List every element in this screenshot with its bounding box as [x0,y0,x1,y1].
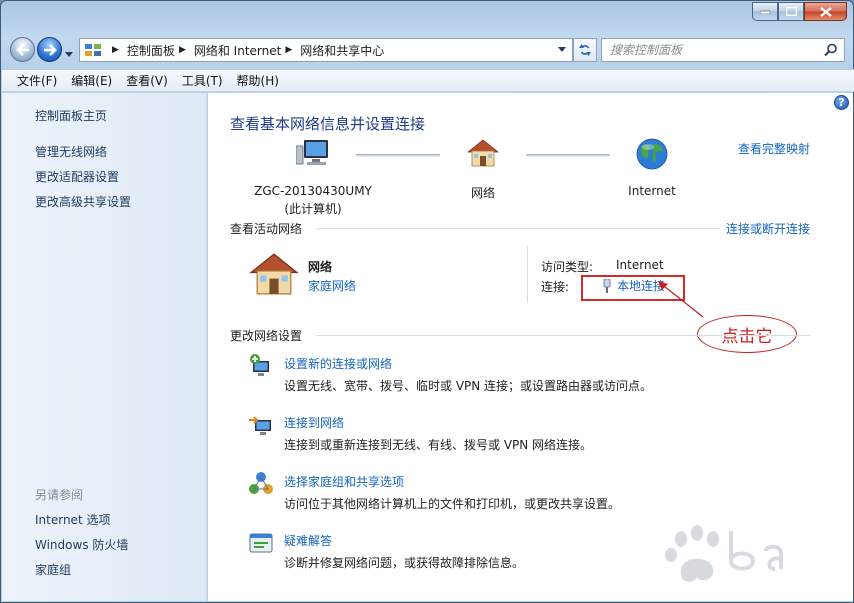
back-arrow-icon [15,43,29,56]
menu-file[interactable]: 文件(F) [10,72,64,89]
access-type-label: 访问类型: [541,260,594,274]
task-connect-network-link[interactable]: 连接到网络 [284,414,344,431]
connect-network-icon [249,416,271,435]
network-location-link[interactable]: 家庭网络 [308,277,356,294]
control-panel-icon [85,44,101,56]
task-new-connection-desc: 设置无线、宽带、拨号、临时或 VPN 连接；或设置路由器或访问点。 [284,379,653,393]
internet-node-label: Internet [628,184,676,198]
task-connect-network-desc: 连接到或重新连接到无线、有线、拨号或 VPN 网络连接。 [284,438,593,452]
minimize-button[interactable] [752,2,778,21]
breadcrumb-network-sharing-center[interactable]: 网络和共享中心 [300,42,384,59]
annotation-callout: 点击它 [697,315,797,353]
address-dropdown-icon[interactable] [558,47,566,52]
close-button[interactable] [804,2,847,21]
forward-button[interactable] [37,37,62,62]
access-type-value: Internet [616,258,664,272]
annotation-text: 点击它 [721,326,773,347]
task-homegroup-desc: 访问位于其他网络计算机上的文件和打印机，或更改共享设置。 [284,497,621,511]
task-troubleshoot-link[interactable]: 疑难解答 [284,532,332,549]
breadcrumb-network-internet[interactable]: 网络和 Internet ▶ [194,42,300,59]
search-box[interactable] [601,38,845,62]
refresh-icon [579,44,591,56]
page-title: 查看基本网络信息并设置连接 [230,115,426,133]
breadcrumb-control-panel[interactable]: 控制面板 ▶ [127,42,194,59]
left-task-pane: 控制面板主页 管理无线网络 更改适配器设置 更改高级共享设置 另请参阅 Inte… [2,93,207,601]
forward-arrow-icon [43,43,57,56]
caption-buttons [752,2,847,21]
internet-node[interactable]: Internet [612,138,692,198]
menu-tools[interactable]: 工具(T) [175,72,230,89]
connection-line-2 [526,154,610,157]
task-troubleshoot-desc: 诊断并修复网络问题，或获得故障排除信息。 [284,556,525,570]
active-network-divider [527,245,528,303]
connect-disconnect-link[interactable]: 连接或断开连接 [726,220,810,237]
search-icon[interactable] [824,43,838,57]
address-bar[interactable]: ▶ 控制面板 ▶ 网络和 Internet ▶ 网络和共享中心 [79,38,573,62]
new-connection-icon [250,354,269,376]
connection-label: 连接: [541,280,570,294]
baidu-watermark-logo [665,525,783,582]
menu-bar: 文件(F) 编辑(E) 查看(V) 工具(T) 帮助(H) [2,69,854,92]
homegroup-icon [249,472,273,494]
change-settings-rule [316,335,811,336]
homegroup-link[interactable]: 家庭组 [35,561,71,578]
breadcrumb-sep-root[interactable]: ▶ [108,45,127,55]
active-networks-heading: 查看活动网络 [230,222,303,236]
change-settings-heading: 更改网络设置 [230,329,303,343]
internet-options-link[interactable]: Internet 选项 [35,511,110,528]
computer-icon [296,140,328,165]
home-network-icon [466,139,500,167]
help-icon[interactable]: ? [834,95,849,110]
menu-edit[interactable]: 编辑(E) [64,72,119,89]
window-frame: ▶ 控制面板▶ 网络和 Internet▶ 网络和共享中心 文件(F) 编辑(E… [0,0,854,603]
recent-pages-dropdown[interactable] [65,46,73,60]
search-input[interactable] [602,43,812,57]
globe-icon [636,138,668,170]
network-node-label: 网络 [470,186,495,200]
advanced-sharing-settings-link[interactable]: 更改高级共享设置 [35,193,131,210]
menu-help[interactable]: 帮助(H) [230,72,286,89]
connection-line-1 [356,154,440,157]
maximize-button[interactable] [778,2,804,21]
troubleshoot-icon [249,533,273,553]
refresh-button[interactable] [573,38,597,62]
network-node[interactable]: 网络 [448,138,518,201]
computer-sub-label: (此计算机) [284,202,342,216]
task-homegroup-link[interactable]: 选择家庭组和共享选项 [284,473,404,490]
chevron-down-icon [65,52,73,57]
active-home-network-icon [249,253,299,295]
computer-name: ZGC-20130430UMY [254,184,372,198]
back-button[interactable] [10,37,35,62]
computer-node[interactable]: ZGC-20130430UMY (此计算机) [246,138,380,217]
see-also-heading: 另请参阅 [35,488,84,502]
change-adapter-settings-link[interactable]: 更改适配器设置 [35,168,119,185]
annotation-arrow [658,281,704,318]
windows-firewall-link[interactable]: Windows 防火墙 [35,536,128,553]
active-network-name: 网络 [308,260,333,274]
menu-view[interactable]: 查看(V) [119,72,175,89]
active-networks-rule [316,228,720,229]
task-new-connection-link[interactable]: 设置新的连接或网络 [284,355,392,372]
navigation-bar: ▶ 控制面板 ▶ 网络和 Internet ▶ 网络和共享中心 [7,35,849,63]
manage-wireless-link[interactable]: 管理无线网络 [35,143,107,160]
control-panel-home-link[interactable]: 控制面板主页 [35,107,107,124]
view-full-map-link[interactable]: 查看完整映射 [738,140,810,157]
